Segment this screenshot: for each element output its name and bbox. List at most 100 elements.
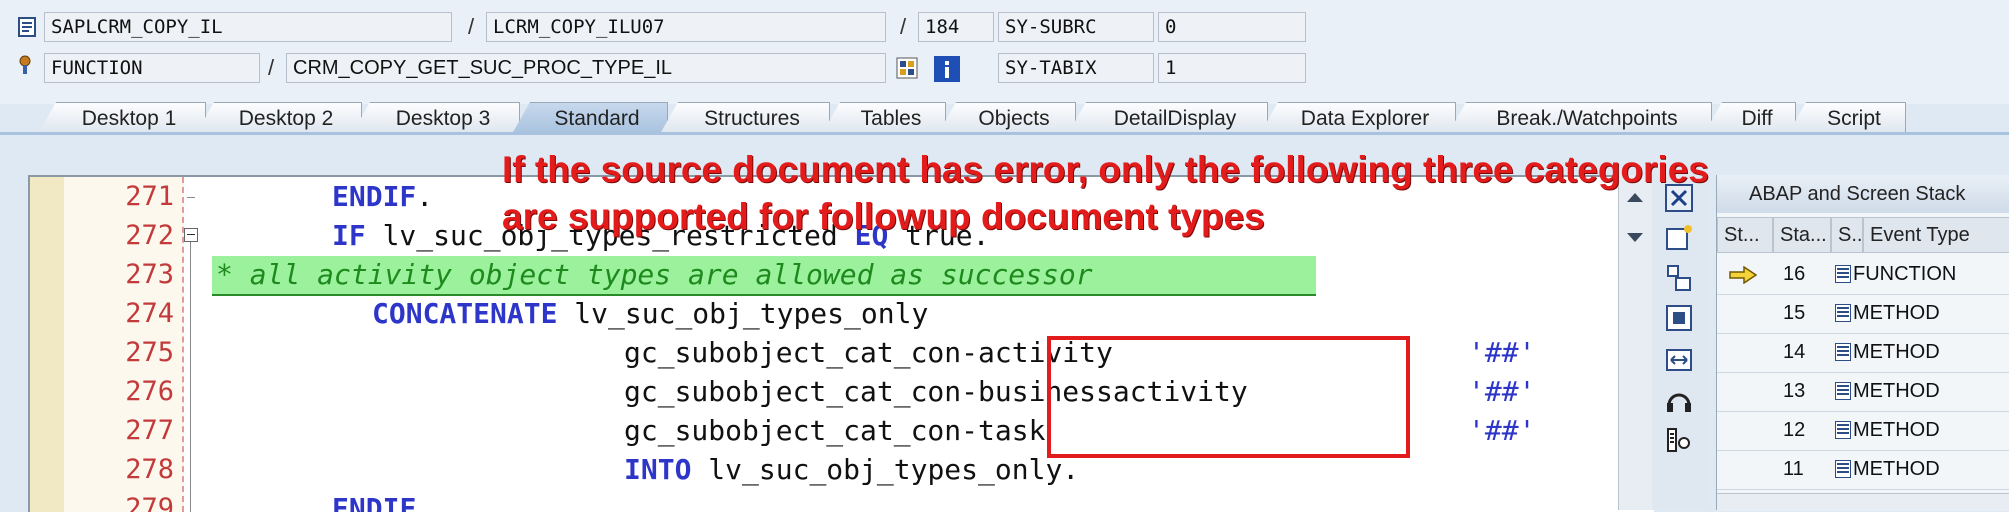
event-icon xyxy=(1835,265,1851,283)
stack-row[interactable]: 13 METHOD xyxy=(1717,372,2009,412)
stack-level: 16 xyxy=(1783,263,1806,285)
tab-desktop-1[interactable]: Desktop 1 xyxy=(38,102,206,134)
code-text: gc_subobject_cat_con-task xyxy=(624,414,1046,447)
annotation-line-1: If the source document has error, only t… xyxy=(502,149,1709,190)
line-number: 278 xyxy=(125,454,174,485)
separator-slash: / xyxy=(468,14,475,39)
event-type: METHOD xyxy=(1853,302,1940,324)
highlight-box xyxy=(1047,336,1410,458)
stack-row[interactable]: 14 METHOD xyxy=(1717,333,2009,373)
stack-row[interactable]: 15 METHOD xyxy=(1717,294,2009,334)
tab-standard[interactable]: Standard xyxy=(512,102,668,134)
program-field[interactable]: SAPLCRM_COPY_IL xyxy=(44,12,452,42)
info-icon[interactable] xyxy=(934,56,960,82)
tool-column xyxy=(1652,175,1710,510)
new-tool-icon[interactable] xyxy=(1664,223,1694,253)
tab-structures[interactable]: Structures xyxy=(660,102,830,134)
pattern-icon[interactable] xyxy=(896,57,918,79)
function-name-field[interactable]: CRM_COPY_GET_SUC_PROC_TYPE_IL xyxy=(286,53,886,83)
line-number: 275 xyxy=(125,337,174,368)
code-line: 274 CONCATENATE lv_suc_obj_types_only xyxy=(30,294,1654,334)
current-arrow-icon xyxy=(1729,266,1757,284)
keyword: INTO xyxy=(624,453,692,486)
settings-icon[interactable] xyxy=(1664,425,1694,455)
function-module-icon xyxy=(19,55,31,74)
code-text: ENDIF. xyxy=(332,177,433,217)
code-rest: lv_suc_obj_types_only xyxy=(557,297,929,330)
column-header[interactable]: St... xyxy=(1717,217,1773,253)
stack-row[interactable]: 12 METHOD xyxy=(1717,411,2009,451)
string-literal: '##' xyxy=(1468,414,1536,447)
code-text: ENDIF. xyxy=(332,489,433,512)
event-type: METHOD xyxy=(1853,419,1940,441)
stack-hscrollbar[interactable] xyxy=(1717,493,2009,511)
event-icon xyxy=(1835,460,1851,478)
stack-level: 15 xyxy=(1783,302,1806,324)
headset-icon[interactable] xyxy=(1664,385,1694,415)
stack-level: 11 xyxy=(1783,458,1804,480)
scroll-down-arrow[interactable] xyxy=(1627,233,1643,242)
code-line: 277 gc_subobject_cat_con-task '##' xyxy=(30,411,1654,451)
keyword: ENDIF xyxy=(332,492,417,512)
abap-screen-stack: ABAP and Screen Stack St... Sta... S... … xyxy=(1716,175,2009,511)
stack-row[interactable]: 16 FUNCTION xyxy=(1717,255,2009,295)
split-icon[interactable] xyxy=(1664,263,1694,293)
line-number: 273 xyxy=(125,259,174,290)
scroll-up-arrow[interactable] xyxy=(1627,193,1643,202)
code-comment: * all activity object types are allowed … xyxy=(216,258,1093,291)
editor-scrollbar[interactable] xyxy=(1618,175,1653,510)
object-type-field[interactable]: FUNCTION xyxy=(44,53,260,83)
sysvar-value-field[interactable]: 0 xyxy=(1158,12,1306,42)
tab-desktop-2[interactable]: Desktop 2 xyxy=(196,102,362,134)
stack-level: 12 xyxy=(1783,419,1806,441)
code-line: 273 * all activity object types are allo… xyxy=(30,255,1654,295)
tab-objects[interactable]: Objects xyxy=(938,102,1076,134)
event-icon xyxy=(1835,343,1851,361)
stack-row[interactable]: 11 METHOD xyxy=(1717,450,2009,490)
line-number: 272 xyxy=(125,220,174,251)
line-number: 279 xyxy=(125,493,174,512)
annotation-line-2: are supported for followup document type… xyxy=(502,196,1265,237)
sysvar-name-field[interactable]: SY-TABIX xyxy=(998,53,1154,83)
code-text: gc_subobject_cat_con-activity xyxy=(624,336,1113,369)
column-header[interactable]: Sta... xyxy=(1773,217,1831,253)
resize-icon[interactable] xyxy=(1664,345,1694,375)
stack-title: ABAP and Screen Stack xyxy=(1717,175,2009,213)
debugger-header: SAPLCRM_COPY_IL / LCRM_COPY_ILU07 / 184 … xyxy=(0,0,2009,104)
separator-slash: / xyxy=(268,55,275,80)
string-literal: '##' xyxy=(1468,336,1536,369)
code-text: CONCATENATE lv_suc_obj_types_only xyxy=(372,294,928,334)
keyword: ENDIF xyxy=(332,180,417,213)
code-line: 275 gc_subobject_cat_con-activity '##' xyxy=(30,333,1654,373)
sysvar-name-field[interactable]: SY-SUBRC xyxy=(998,12,1154,42)
tab-data-explorer[interactable]: Data Explorer xyxy=(1260,102,1456,134)
column-header[interactable]: Event Type xyxy=(1863,217,2009,253)
string-literal: '##' xyxy=(1468,375,1536,408)
code-line: 278 INTO lv_suc_obj_types_only. xyxy=(30,450,1654,490)
event-type: FUNCTION xyxy=(1853,263,1957,285)
tab-diff[interactable]: Diff xyxy=(1704,102,1796,134)
keyword: IF xyxy=(332,219,366,252)
code-line: 276 gc_subobject_cat_con-businessactivit… xyxy=(30,372,1654,412)
include-field[interactable]: LCRM_COPY_ILU07 xyxy=(486,12,886,42)
line-number: 277 xyxy=(125,415,174,446)
tab-script[interactable]: Script xyxy=(1788,102,1906,134)
fullscreen-icon[interactable] xyxy=(1664,303,1694,333)
tab-underline xyxy=(0,132,2009,135)
column-header[interactable]: S... xyxy=(1831,217,1863,253)
keyword: CONCATENATE xyxy=(372,297,558,330)
code-line: 279 ENDIF. xyxy=(30,489,1654,512)
code-rest: . xyxy=(416,492,434,512)
line-number: 271 xyxy=(125,181,174,212)
line-number-field[interactable]: 184 xyxy=(918,12,994,42)
stack-level: 14 xyxy=(1783,341,1806,363)
tab-desktop-3[interactable]: Desktop 3 xyxy=(352,102,520,134)
tab-breakpoints[interactable]: Break./Watchpoints xyxy=(1448,102,1712,134)
sysvar-value-field[interactable]: 1 xyxy=(1158,53,1306,83)
tab-strip: Desktop 1 Desktop 2 Desktop 3 Standard S… xyxy=(0,96,2009,134)
event-type: METHOD xyxy=(1853,380,1940,402)
event-icon xyxy=(1835,304,1851,322)
tab-tables[interactable]: Tables xyxy=(822,102,946,134)
line-number: 274 xyxy=(125,298,174,329)
tab-detaildisplay[interactable]: DetailDisplay xyxy=(1068,102,1268,134)
